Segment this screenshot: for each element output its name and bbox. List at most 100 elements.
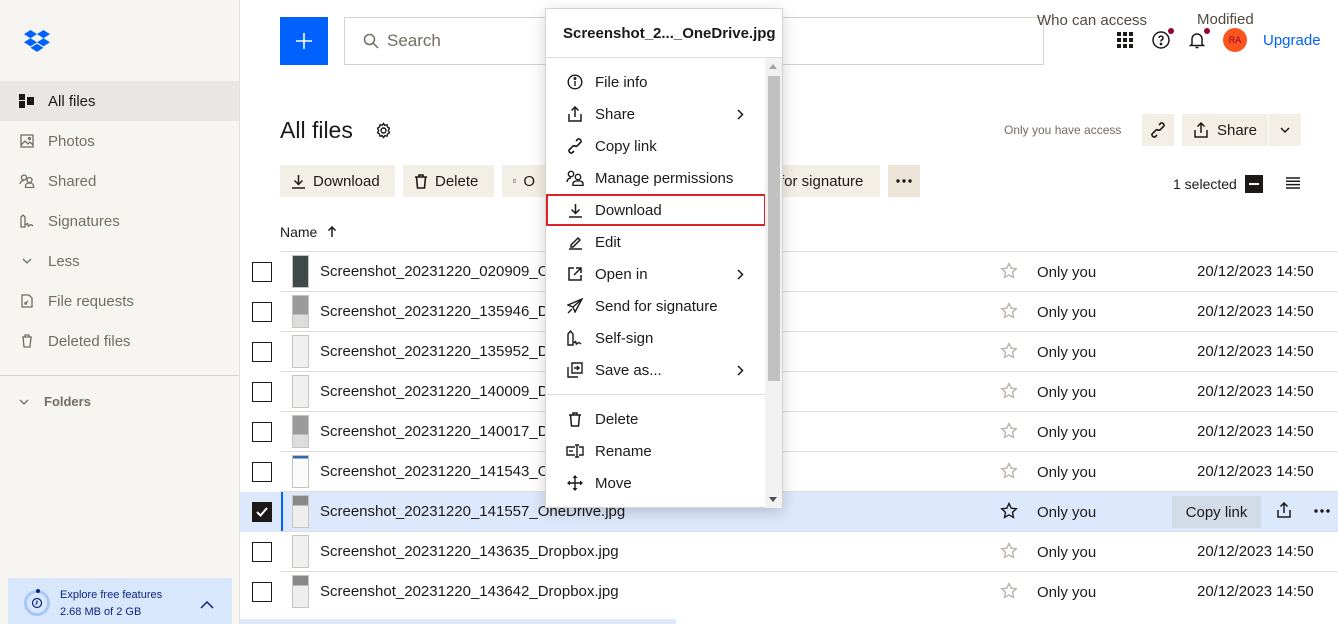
star-icon[interactable] bbox=[1000, 261, 1018, 285]
row-checkbox[interactable] bbox=[252, 342, 272, 362]
more-icon bbox=[896, 179, 912, 183]
row-copy-link-button[interactable]: Copy link bbox=[1172, 496, 1261, 528]
sidebar-item-all-files[interactable]: All files bbox=[0, 81, 239, 121]
file-name[interactable]: Screenshot_20231220_135952_Dr bbox=[320, 343, 554, 360]
column-header-who-can-access[interactable]: Who can access bbox=[1037, 12, 1147, 29]
table-row[interactable]: Screenshot_20231220_143642_Dropbox.jpg On… bbox=[240, 571, 1338, 612]
horizontal-scrollbar[interactable] bbox=[240, 619, 676, 624]
star-icon[interactable] bbox=[1000, 381, 1018, 405]
copy-link-button[interactable] bbox=[1142, 114, 1174, 146]
file-thumbnail[interactable] bbox=[292, 455, 309, 488]
menu-item-share[interactable]: Share bbox=[546, 98, 766, 130]
file-name[interactable]: Screenshot_20231220_143642_Dropbox.jpg bbox=[320, 583, 619, 600]
menu-item-save-as[interactable]: Save as... bbox=[546, 354, 766, 386]
context-menu-scrollbar[interactable] bbox=[765, 58, 782, 508]
sidebar-item-deleted-files[interactable]: Deleted files bbox=[0, 321, 239, 361]
chevron-up-icon[interactable] bbox=[200, 596, 214, 614]
table-row[interactable]: Screenshot_20231220_140017_Dri Only you 20… bbox=[240, 411, 1338, 452]
menu-item-self-sign[interactable]: Self-sign bbox=[546, 322, 766, 354]
app-grid-icon[interactable] bbox=[1115, 30, 1135, 50]
file-thumbnail[interactable] bbox=[292, 295, 309, 328]
row-checkbox[interactable] bbox=[252, 542, 272, 562]
file-thumbnail[interactable] bbox=[292, 535, 309, 568]
file-thumbnail[interactable] bbox=[292, 255, 309, 288]
row-checkbox[interactable] bbox=[252, 582, 272, 602]
table-row[interactable]: Screenshot_20231220_141557_OneDrive.jpg O… bbox=[240, 491, 1338, 532]
download-button[interactable]: Download bbox=[280, 165, 395, 197]
delete-button[interactable]: Delete bbox=[403, 165, 494, 197]
sidebar-item-shared[interactable]: Shared bbox=[0, 161, 239, 201]
menu-item-download[interactable]: Download bbox=[546, 194, 766, 226]
access-value: Only you bbox=[1037, 584, 1097, 601]
star-icon[interactable] bbox=[1000, 301, 1018, 325]
table-row[interactable]: Screenshot_20231220_020909_O Only you 20/1… bbox=[240, 251, 1338, 292]
deselect-all-button[interactable] bbox=[1244, 175, 1263, 193]
column-header-name[interactable]: Name bbox=[280, 224, 337, 240]
row-checkbox[interactable] bbox=[252, 302, 272, 322]
sidebar-item-signatures[interactable]: Signatures bbox=[0, 201, 239, 241]
row-checkbox[interactable] bbox=[252, 462, 272, 482]
send-for-signature-button[interactable]: for signature bbox=[770, 165, 880, 197]
scroll-up-icon[interactable] bbox=[769, 64, 777, 69]
table-row[interactable]: Screenshot_20231220_141543_One Only you 20… bbox=[240, 451, 1338, 492]
dropbox-logo-icon[interactable] bbox=[24, 30, 50, 52]
column-header-modified[interactable]: Modified bbox=[1197, 11, 1254, 28]
sidebar-item-less[interactable]: Less bbox=[0, 241, 239, 281]
star-icon[interactable] bbox=[1000, 501, 1018, 525]
file-name[interactable]: Screenshot_20231220_143635_Dropbox.jpg bbox=[320, 543, 619, 560]
menu-item-edit[interactable]: Edit bbox=[546, 226, 766, 258]
avatar[interactable]: RA bbox=[1223, 28, 1247, 52]
star-icon[interactable] bbox=[1000, 421, 1018, 445]
menu-item-manage-permissions[interactable]: Manage permissions bbox=[546, 162, 766, 194]
row-checkbox[interactable] bbox=[252, 502, 272, 522]
search-input[interactable] bbox=[387, 31, 527, 51]
table-row[interactable]: Screenshot_20231220_140009_Dr Only you 20/… bbox=[240, 371, 1338, 412]
upgrade-link[interactable]: Upgrade bbox=[1263, 32, 1321, 49]
share-icon[interactable] bbox=[1276, 501, 1292, 523]
row-checkbox[interactable] bbox=[252, 382, 272, 402]
menu-item-file-info[interactable]: File info bbox=[546, 66, 766, 98]
gear-icon[interactable] bbox=[375, 122, 392, 144]
star-icon[interactable] bbox=[1000, 541, 1018, 565]
list-view-icon[interactable] bbox=[1286, 176, 1300, 194]
star-icon[interactable] bbox=[1000, 581, 1018, 605]
file-name[interactable]: Screenshot_20231220_135946_Dr bbox=[320, 303, 554, 320]
folders-toggle[interactable]: Folders bbox=[18, 394, 91, 409]
star-icon[interactable] bbox=[1000, 341, 1018, 365]
row-checkbox[interactable] bbox=[252, 422, 272, 442]
sidebar-item-photos[interactable]: Photos bbox=[0, 121, 239, 161]
more-actions-button[interactable] bbox=[888, 165, 920, 197]
more-icon[interactable] bbox=[1314, 500, 1330, 516]
table-row[interactable]: Screenshot_20231220_135952_Dr Only you 20/… bbox=[240, 331, 1338, 372]
file-name[interactable]: Screenshot_20231220_140017_Dri bbox=[320, 423, 557, 440]
file-thumbnail[interactable] bbox=[292, 415, 309, 448]
share-dropdown-button[interactable] bbox=[1269, 114, 1301, 146]
menu-item-send-for-signature[interactable]: Send for signature bbox=[546, 290, 766, 322]
sidebar-item-file-requests[interactable]: File requests bbox=[0, 281, 239, 321]
create-new-button[interactable] bbox=[280, 17, 328, 65]
table-row[interactable]: Screenshot_20231220_143635_Dropbox.jpg On… bbox=[240, 531, 1338, 572]
file-name[interactable]: Screenshot_20231220_020909_O bbox=[320, 263, 549, 280]
access-value: Only you bbox=[1037, 544, 1097, 561]
help-icon[interactable] bbox=[1151, 28, 1174, 50]
file-name[interactable]: Screenshot_20231220_140009_Dr bbox=[320, 383, 554, 400]
share-button[interactable]: Share bbox=[1182, 114, 1268, 146]
menu-item-copy-link[interactable]: Copy link bbox=[546, 130, 766, 162]
menu-item-open-in[interactable]: Open in bbox=[546, 258, 766, 290]
file-thumbnail[interactable] bbox=[292, 335, 309, 368]
bell-icon[interactable] bbox=[1187, 28, 1210, 50]
menu-item-delete[interactable]: Delete bbox=[546, 403, 766, 435]
row-checkbox[interactable] bbox=[252, 262, 272, 282]
star-icon[interactable] bbox=[1000, 461, 1018, 485]
scroll-down-icon[interactable] bbox=[769, 497, 777, 502]
file-thumbnail[interactable] bbox=[292, 495, 309, 528]
explore-features-banner[interactable]: Explore free features 2.68 MB of 2 GB bbox=[8, 578, 232, 624]
file-name[interactable]: Screenshot_20231220_141543_One bbox=[320, 463, 566, 480]
file-thumbnail[interactable] bbox=[292, 575, 309, 608]
menu-item-rename[interactable]: Rename bbox=[546, 435, 766, 467]
open-in-button[interactable]: O bbox=[502, 165, 546, 197]
menu-item-move[interactable]: Move bbox=[546, 467, 766, 499]
table-row[interactable]: Screenshot_20231220_135946_Dr Only you 20/… bbox=[240, 291, 1338, 332]
scrollbar-thumb[interactable] bbox=[768, 76, 780, 381]
file-thumbnail[interactable] bbox=[292, 375, 309, 408]
